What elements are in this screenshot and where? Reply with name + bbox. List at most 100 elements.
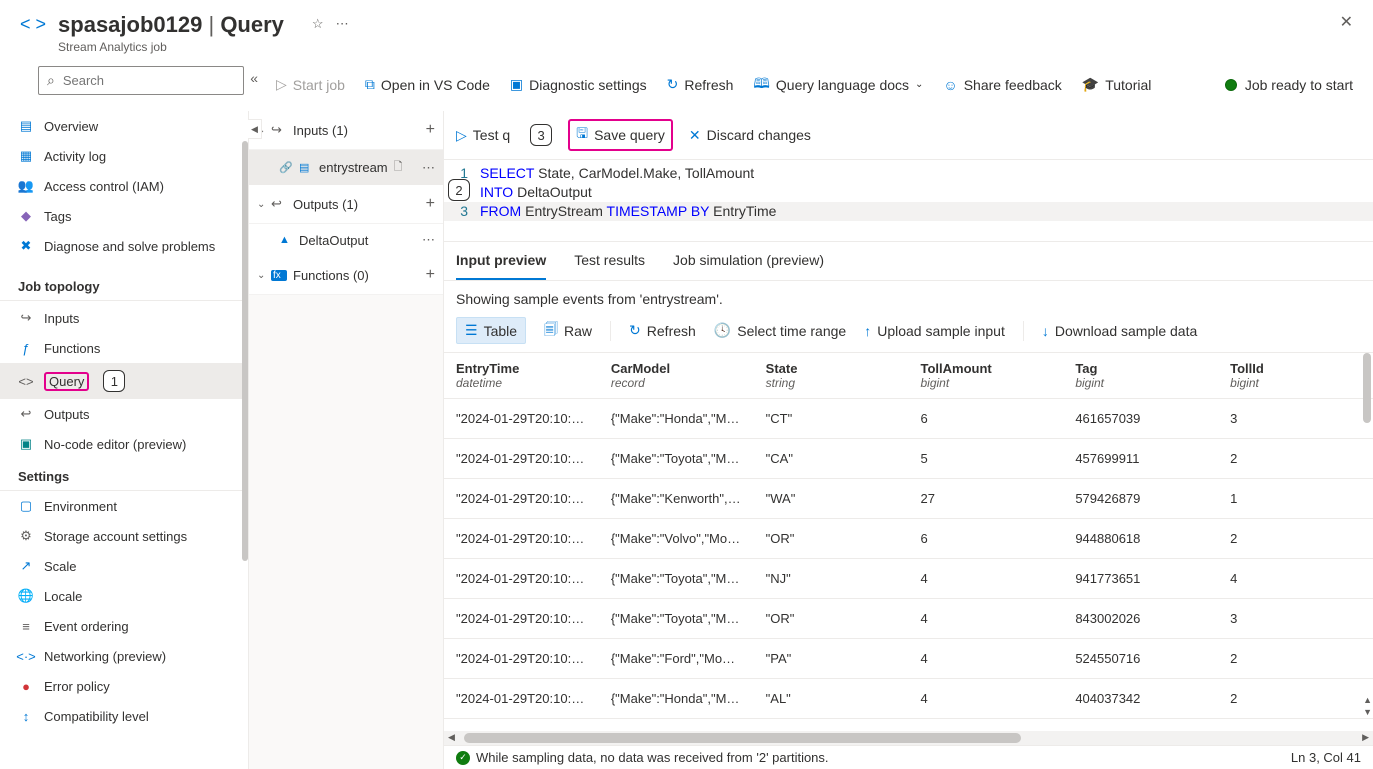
column-header[interactable]: EntryTimedatetime (444, 353, 599, 399)
status-bar: ✓ While sampling data, no data was recei… (444, 745, 1373, 769)
nav-sidebar: ▤Overview ▦Activity log 👥Access control … (0, 111, 248, 769)
nav-storage[interactable]: ⚙Storage account settings (0, 521, 248, 551)
query-docs-button[interactable]: 🕮Query language docs ⌄ (753, 73, 923, 97)
nav-networking[interactable]: <·>Networking (preview) (0, 641, 248, 671)
column-header[interactable]: TollIdbigint (1218, 353, 1373, 399)
table-row[interactable]: "2024-01-29T20:10:04....{"Make":"Honda",… (444, 679, 1373, 719)
column-header[interactable]: CarModelrecord (599, 353, 754, 399)
nav-inputs[interactable]: ↪Inputs (0, 303, 248, 333)
table-row[interactable]: "2024-01-29T20:10:00....{"Make":"Volvo",… (444, 519, 1373, 559)
tab-job-simulation[interactable]: Job simulation (preview) (673, 242, 824, 280)
column-header[interactable]: Statestring (754, 353, 909, 399)
inputs-group-header[interactable]: ⌄ ↪ Inputs (1) + (249, 111, 443, 150)
results-area: Input preview Test results Job simulatio… (444, 241, 1373, 769)
select-time-range-button[interactable]: 🕓Select time range (714, 322, 846, 339)
nav-compat[interactable]: ↕Compatibility level (0, 701, 248, 731)
table-row[interactable]: "2024-01-29T20:10:01....{"Make":"Toyota"… (444, 599, 1373, 639)
tab-test-results[interactable]: Test results (574, 242, 645, 280)
add-output-icon[interactable]: + (426, 195, 435, 213)
stream-icon: ▤ (299, 161, 313, 174)
query-editor[interactable]: 1SELECT State, CarModel.Make, TollAmount… (444, 160, 1373, 241)
input-entrystream[interactable]: 🔗 ▤ entrystream 🗋 ⋯ (249, 150, 443, 185)
table-row[interactable]: "2024-01-29T20:10:00....{"Make":"Honda",… (444, 399, 1373, 439)
collapse-sidebar-icon[interactable]: « (250, 70, 258, 86)
nav-scale[interactable]: ↗Scale (0, 551, 248, 581)
table-cell: 524550716 (1063, 639, 1218, 679)
table-cell: "2024-01-29T20:10:00.... (444, 559, 599, 599)
link-icon: 🔗 (279, 161, 293, 174)
nav-tags[interactable]: ◆Tags (0, 201, 248, 231)
functions-group-header[interactable]: ⌄ fx Functions (0) + (249, 256, 443, 295)
refresh-button[interactable]: ↻Refresh (667, 76, 734, 93)
column-header[interactable]: TollAmountbigint (908, 353, 1063, 399)
open-vscode-button[interactable]: ⧉Open in VS Code (365, 76, 490, 93)
table-cell: 27 (908, 479, 1063, 519)
vertical-scrollbar[interactable]: ▲▼ (1361, 353, 1373, 731)
view-raw-button[interactable]: 🗐Raw (544, 319, 592, 343)
download-sample-button[interactable]: ↓Download sample data (1042, 323, 1197, 339)
table-row[interactable]: "2024-01-29T20:10:00....{"Make":"Kenwort… (444, 479, 1373, 519)
nav-diagnose[interactable]: ✖Diagnose and solve problems (0, 231, 248, 261)
discard-changes-button[interactable]: ✕Discard changes (689, 127, 811, 144)
tutorial-button[interactable]: 🎓Tutorial (1082, 76, 1152, 93)
nav-access-control[interactable]: 👥Access control (IAM) (0, 171, 248, 201)
nav-locale[interactable]: 🌐Locale (0, 581, 248, 611)
collapse-io-panel-icon[interactable]: ◀ (248, 119, 262, 139)
nav-nocode[interactable]: ▣No-code editor (preview) (0, 429, 248, 459)
share-feedback-button[interactable]: ☺Share feedback (943, 77, 1061, 93)
table-row[interactable]: "2024-01-29T20:10:00....{"Make":"Toyota"… (444, 559, 1373, 599)
discard-icon: ✕ (689, 127, 701, 144)
table-cell: 2 (1218, 439, 1373, 479)
table-cell: "2024-01-29T20:10:00.... (444, 519, 599, 559)
more-icon[interactable]: ⋯ (422, 160, 435, 176)
nav-environment[interactable]: ▢Environment (0, 491, 248, 521)
more-icon[interactable]: ⋯ (422, 232, 435, 248)
tutorial-icon: 🎓 (1082, 76, 1099, 93)
add-input-icon[interactable]: + (426, 121, 435, 139)
save-query-button[interactable]: 🖫Save query (568, 119, 673, 151)
tab-input-preview[interactable]: Input preview (456, 242, 546, 280)
more-icon[interactable]: ⋯ (336, 16, 349, 32)
log-icon: ▦ (18, 148, 34, 164)
column-header[interactable]: Tagbigint (1063, 353, 1218, 399)
start-job-button[interactable]: ▷Start job (276, 76, 345, 93)
refresh-preview-button[interactable]: ↻Refresh (629, 322, 696, 339)
table-cell: {"Make":"Kenworth","... (599, 479, 754, 519)
nav-overview[interactable]: ▤Overview (0, 111, 248, 141)
test-query-button[interactable]: ▷Test q (456, 127, 510, 144)
add-function-icon[interactable]: + (426, 266, 435, 284)
horizontal-scrollbar[interactable]: ◀ ▶ (444, 731, 1373, 745)
table-cell: "2024-01-29T20:10:01.... (444, 599, 599, 639)
upload-sample-button[interactable]: ↑Upload sample input (864, 323, 1005, 339)
search-field[interactable] (61, 71, 241, 90)
wrench-icon: ✖ (18, 238, 34, 254)
clock-icon: 🕓 (714, 322, 731, 339)
close-icon[interactable]: ✕ (1340, 12, 1353, 32)
book-icon: 🕮 (753, 73, 770, 97)
settings-header: Settings (0, 459, 248, 491)
network-icon: <·> (18, 648, 34, 664)
editor-toolbar: ▷Test q 3 🖫Save query ✕Discard changes (444, 111, 1373, 160)
nav-error-policy[interactable]: ●Error policy (0, 671, 248, 701)
diagnostic-settings-button[interactable]: ▣Diagnostic settings (510, 76, 647, 93)
file-icon: 🗋 (394, 158, 403, 177)
table-cell: 3 (1218, 399, 1373, 439)
table-row[interactable]: "2024-01-29T20:10:01....{"Make":"Ford","… (444, 639, 1373, 679)
inputs-icon: ↪ (18, 310, 34, 326)
view-table-button[interactable]: ☰Table (456, 317, 526, 344)
outputs-group-header[interactable]: ⌄ ↩ Outputs (1) + (249, 185, 443, 224)
nav-functions[interactable]: ƒFunctions (0, 333, 248, 363)
preview-data-table[interactable]: EntryTimedatetimeCarModelrecordStatestri… (444, 353, 1373, 731)
globe-icon: 🌐 (18, 588, 34, 604)
nav-query[interactable]: <>Query1 (0, 363, 248, 399)
output-deltaoutput[interactable]: ▲ DeltaOutput ⋯ (249, 224, 443, 256)
scale-icon: ↗ (18, 558, 34, 574)
nav-event-ordering[interactable]: ≡Event ordering (0, 611, 248, 641)
favorite-icon[interactable]: ☆ (312, 16, 324, 32)
nav-activity-log[interactable]: ▦Activity log (0, 141, 248, 171)
table-row[interactable]: "2024-01-29T20:10:00....{"Make":"Toyota"… (444, 439, 1373, 479)
delta-icon: ▲ (279, 234, 293, 246)
search-input[interactable]: ⌕ (38, 66, 244, 95)
table-cell: 2 (1218, 639, 1373, 679)
nav-outputs[interactable]: ↩Outputs (0, 399, 248, 429)
